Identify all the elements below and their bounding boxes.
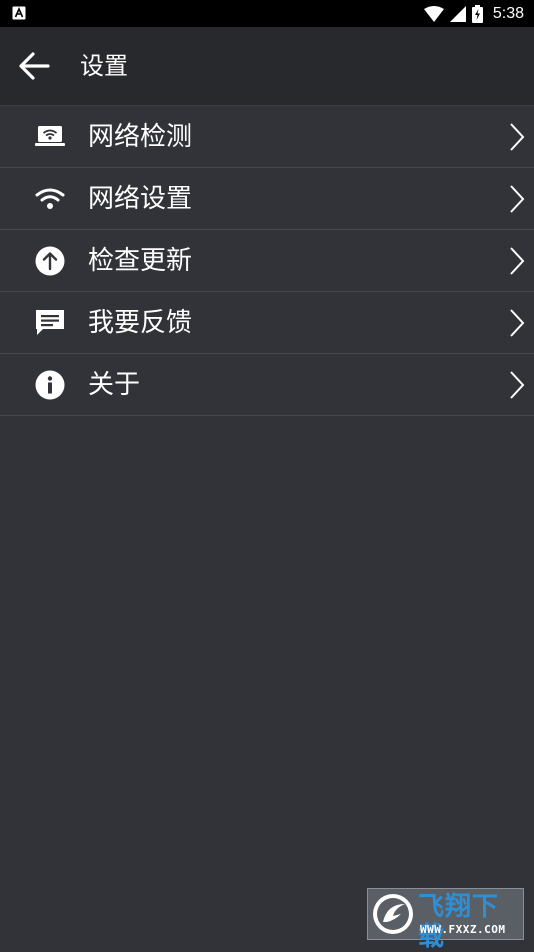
watermark-logo-icon <box>373 894 413 934</box>
chevron-right-icon <box>510 185 525 213</box>
chevron-right-icon <box>510 371 525 399</box>
battery-charging-icon <box>471 4 483 23</box>
menu-item-label: 检查更新 <box>88 246 193 276</box>
notification-a-icon <box>12 6 26 20</box>
app-bar: 设置 <box>0 27 534 106</box>
status-bar: 5:38 <box>0 0 534 27</box>
arrow-back-icon <box>19 52 50 80</box>
watermark: 飞翔下载 WWW.FXXZ.COM <box>367 888 524 952</box>
status-icons: 5:38 <box>423 0 524 27</box>
watermark-brand-text: 飞翔下载 <box>418 892 500 952</box>
menu-item-label: 我要反馈 <box>88 308 193 338</box>
cell-signal-icon <box>449 5 466 22</box>
menu-item-about[interactable]: 关于 <box>0 354 534 416</box>
back-button[interactable] <box>18 49 58 83</box>
menu-item-feedback[interactable]: 我要反馈 <box>0 292 534 354</box>
wifi-icon <box>423 5 444 22</box>
menu-item-label: 网络检测 <box>88 122 193 152</box>
chevron-right-icon <box>510 123 525 151</box>
laptop-wifi-icon <box>34 121 66 153</box>
status-time: 5:38 <box>492 4 524 22</box>
arrow-up-circle-icon <box>34 245 66 277</box>
menu-item-network-check[interactable]: 网络检测 <box>0 106 534 168</box>
settings-menu-list: 网络检测 网络设置 检查更新 我要反馈 关于 <box>0 106 534 416</box>
wifi-icon <box>34 183 66 215</box>
chevron-right-icon <box>510 247 525 275</box>
page-title: 设置 <box>80 52 128 80</box>
menu-item-label: 网络设置 <box>88 184 193 214</box>
menu-item-check-update[interactable]: 检查更新 <box>0 230 534 292</box>
watermark-url-text: WWW.FXXZ.COM <box>420 923 506 936</box>
chevron-right-icon <box>510 309 525 337</box>
menu-item-label: 关于 <box>88 370 141 400</box>
menu-item-network-settings[interactable]: 网络设置 <box>0 168 534 230</box>
info-circle-icon <box>34 369 66 401</box>
chat-message-icon <box>34 307 66 339</box>
